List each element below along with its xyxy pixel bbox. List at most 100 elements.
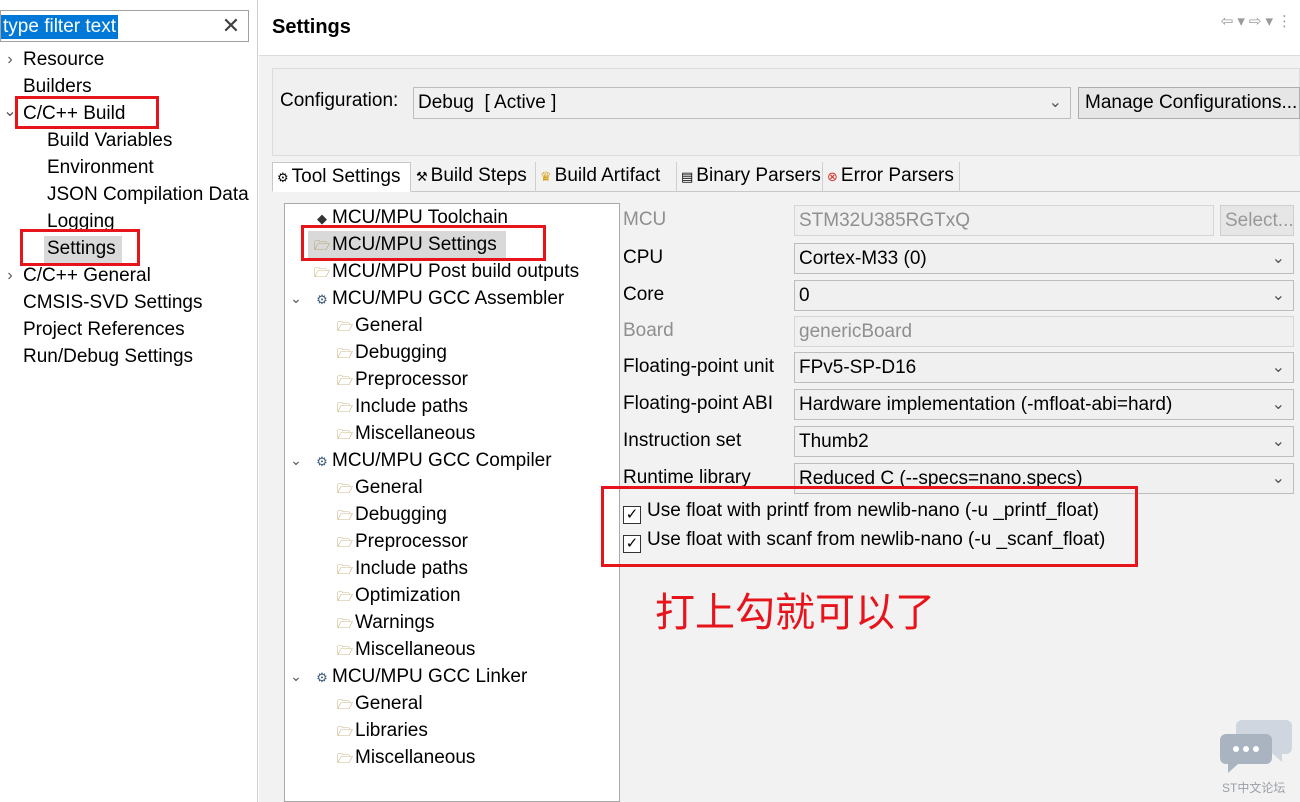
folder-icon: 🗁 xyxy=(336,535,354,550)
chevron-down-icon[interactable]: ⌄ xyxy=(289,663,303,690)
tree-item-label: Miscellaneous xyxy=(355,747,476,768)
tab-build-artifact[interactable]: ♛ Build Artifact xyxy=(536,162,677,192)
tree-item-gcc-compiler[interactable]: ⚙ MCU/MPU GCC Compiler xyxy=(312,447,552,474)
manage-configurations-button[interactable]: Manage Configurations... xyxy=(1078,87,1300,119)
tree-item-label: Miscellaneous xyxy=(355,639,476,660)
cpu-value: Cortex-M33 (0) xyxy=(799,248,927,269)
tree-item-linker-miscellaneous[interactable]: 🗁 Miscellaneous xyxy=(335,744,475,771)
tree-item-assembler-debugging[interactable]: 🗁 Debugging xyxy=(335,339,447,366)
chevron-right-icon[interactable]: › xyxy=(3,262,17,289)
tree-item-compiler-miscellaneous[interactable]: 🗁 Miscellaneous xyxy=(335,636,475,663)
tree-item-compiler-general[interactable]: 🗁 General xyxy=(335,474,423,501)
history-nav-icons[interactable]: ⇦▾⇨▾⋮ xyxy=(1221,12,1296,30)
nav-item-resource[interactable]: Resource xyxy=(23,46,104,73)
annotation-box-float-options xyxy=(601,486,1138,567)
annotation-box-mcu-settings xyxy=(301,225,546,261)
tree-item-label: Warnings xyxy=(355,612,435,633)
trophy-icon: ♛ xyxy=(540,169,552,184)
tree-item-compiler-preprocessor[interactable]: 🗁 Preprocessor xyxy=(335,528,468,555)
tree-item-linker-libraries[interactable]: 🗁 Libraries xyxy=(335,717,428,744)
folder-icon: 🗁 xyxy=(336,643,354,658)
tree-item-assembler-include-paths[interactable]: 🗁 Include paths xyxy=(335,393,468,420)
tree-item-assembler-miscellaneous[interactable]: 🗁 Miscellaneous xyxy=(335,420,475,447)
gear-icon: ⚙ xyxy=(316,670,328,685)
tree-item-label: Debugging xyxy=(355,342,447,363)
binary-icon: ▤ xyxy=(681,169,694,184)
chevron-down-icon[interactable]: ⌄ xyxy=(289,285,303,312)
cpu-select[interactable]: Cortex-M33 (0) ⌄ xyxy=(794,243,1294,274)
tree-item-label: General xyxy=(355,315,423,336)
tree-item-assembler-general[interactable]: 🗁 General xyxy=(335,312,423,339)
gear-icon: ⚙ xyxy=(316,292,328,307)
page-title: Settings xyxy=(272,16,351,38)
folder-icon: 🗁 xyxy=(336,481,354,496)
configuration-value: Debug [ Active ] xyxy=(418,92,557,113)
folder-icon: 🗁 xyxy=(313,265,331,280)
fpu-select[interactable]: FPv5-SP-D16 ⌄ xyxy=(794,352,1294,383)
folder-icon: 🗁 xyxy=(336,427,354,442)
chevron-down-icon: ⌄ xyxy=(1271,470,1285,487)
configuration-select[interactable]: Debug [ Active ] ⌄ xyxy=(413,87,1071,119)
forward-menu-icon[interactable]: ▾ xyxy=(1265,13,1277,30)
tab-label: Build Steps xyxy=(430,165,527,186)
mcu-field: STM32U385RGTxQ xyxy=(794,205,1214,236)
tree-item-assembler-preprocessor[interactable]: 🗁 Preprocessor xyxy=(335,366,468,393)
folder-icon: 🗁 xyxy=(336,373,354,388)
filter-input-text[interactable]: type filter text xyxy=(1,15,118,39)
float-abi-select[interactable]: Hardware implementation (-mfloat-abi=har… xyxy=(794,389,1294,420)
nav-item-run-debug-settings[interactable]: Run/Debug Settings xyxy=(23,343,193,370)
filter-input[interactable]: type filter text ✕ xyxy=(0,10,249,42)
tree-item-post-build-outputs[interactable]: 🗁 MCU/MPU Post build outputs xyxy=(312,258,579,285)
nav-item-cmsis-svd-settings[interactable]: CMSIS-SVD Settings xyxy=(23,289,203,316)
nav-item-cpp-general[interactable]: C/C++ General xyxy=(23,262,151,289)
folder-icon: 🗁 xyxy=(336,616,354,631)
tree-item-label: MCU/MPU GCC Linker xyxy=(332,666,528,687)
instruction-set-value: Thumb2 xyxy=(799,431,869,452)
tree-item-label: MCU/MPU GCC Assembler xyxy=(332,288,565,309)
clear-filter-icon[interactable]: ✕ xyxy=(220,13,242,39)
tree-item-gcc-assembler[interactable]: ⚙ MCU/MPU GCC Assembler xyxy=(312,285,564,312)
annotation-box-settings xyxy=(20,229,140,266)
tab-error-parsers[interactable]: ⊗ Error Parsers xyxy=(823,162,960,192)
tree-item-label: Optimization xyxy=(355,585,461,606)
instruction-set-select[interactable]: Thumb2 ⌄ xyxy=(794,426,1294,457)
tree-item-label: Include paths xyxy=(355,558,469,579)
core-value: 0 xyxy=(799,285,810,306)
tree-item-linker-general[interactable]: 🗁 General xyxy=(335,690,423,717)
nav-item-json-compilation-data[interactable]: JSON Compilation Data xyxy=(47,181,252,208)
tree-item-label: Preprocessor xyxy=(355,531,468,552)
board-label: Board xyxy=(623,320,674,341)
tree-item-gcc-linker[interactable]: ⚙ MCU/MPU GCC Linker xyxy=(312,663,527,690)
forward-arrow-icon[interactable]: ⇨ xyxy=(1249,13,1266,30)
chevron-down-icon: ⌄ xyxy=(1271,359,1285,376)
folder-icon: 🗁 xyxy=(336,724,354,739)
back-menu-icon[interactable]: ▾ xyxy=(1237,13,1249,30)
tree-item-label: MCU/MPU Post build outputs xyxy=(332,261,580,282)
hammer-icon: ⚒ xyxy=(416,169,428,184)
core-select[interactable]: 0 ⌄ xyxy=(794,280,1294,311)
chevron-down-icon[interactable]: ⌄ xyxy=(289,447,303,474)
chevron-right-icon[interactable]: › xyxy=(3,46,17,73)
tree-item-compiler-include-paths[interactable]: 🗁 Include paths xyxy=(335,555,468,582)
tree-item-label: MCU/MPU GCC Compiler xyxy=(332,450,552,471)
more-icon[interactable]: ⋮ xyxy=(1277,13,1296,30)
tree-item-compiler-optimization[interactable]: 🗁 Optimization xyxy=(335,582,461,609)
gear-icon: ⚙ xyxy=(277,170,289,185)
tab-tool-settings[interactable]: ⚙ Tool Settings xyxy=(272,162,411,192)
nav-item-build-variables[interactable]: Build Variables xyxy=(47,127,172,154)
tree-item-label: Debugging xyxy=(355,504,447,525)
tab-build-steps[interactable]: ⚒ Build Steps xyxy=(412,162,536,192)
tree-item-label: Libraries xyxy=(355,720,428,741)
nav-item-project-references[interactable]: Project References xyxy=(23,316,185,343)
tree-item-compiler-debugging[interactable]: 🗁 Debugging xyxy=(335,501,447,528)
folder-icon: 🗁 xyxy=(336,346,354,361)
tab-strip: ⚙ Tool Settings ⚒ Build Steps ♛ Build Artif… xyxy=(272,162,1300,192)
tab-label: Error Parsers xyxy=(840,165,954,186)
nav-item-environment[interactable]: Environment xyxy=(47,154,154,181)
folder-icon: 🗁 xyxy=(336,562,354,577)
tree-item-label: Miscellaneous xyxy=(355,423,476,444)
back-arrow-icon[interactable]: ⇦ xyxy=(1221,13,1238,30)
tree-item-compiler-warnings[interactable]: 🗁 Warnings xyxy=(335,609,435,636)
tree-item-label: Include paths xyxy=(355,396,469,417)
tab-binary-parsers[interactable]: ▤ Binary Parsers xyxy=(677,162,823,192)
